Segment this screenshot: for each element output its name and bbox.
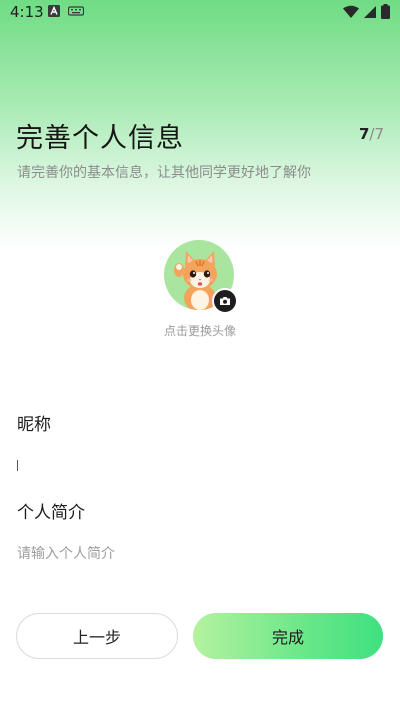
cellular-signal-icon	[364, 5, 376, 18]
app-notification-icon	[48, 5, 60, 17]
intro-label: 个人简介	[17, 503, 85, 523]
step-indicator: 7/7	[359, 125, 384, 143]
intro-input[interactable]	[17, 542, 383, 566]
camera-icon	[220, 297, 230, 305]
battery-icon	[381, 4, 390, 19]
previous-step-label: 上一步	[72, 628, 121, 647]
status-notification-icons	[48, 5, 84, 17]
nickname-input[interactable]	[17, 452, 383, 478]
finish-label: 完成	[271, 628, 304, 647]
step-total: /7	[369, 125, 384, 143]
status-bar: 4:13	[0, 0, 400, 24]
change-avatar-button[interactable]	[212, 288, 238, 314]
page-subtitle: 请完善你的基本信息，让其他同学更好地了解你	[17, 165, 311, 181]
previous-step-button[interactable]: 上一步	[16, 613, 178, 659]
avatar-picker[interactable]	[164, 240, 238, 314]
finish-button[interactable]: 完成	[193, 613, 383, 659]
change-avatar-caption[interactable]: 点击更换头像	[0, 322, 400, 339]
status-system-icons	[343, 4, 390, 19]
page-title: 完善个人信息	[16, 123, 184, 154]
status-time: 4:13	[10, 3, 44, 21]
wifi-icon	[343, 5, 359, 18]
nickname-label: 昵称	[17, 415, 51, 435]
step-current: 7	[358, 125, 370, 143]
text-caret	[17, 460, 18, 471]
keyboard-icon	[68, 6, 84, 16]
